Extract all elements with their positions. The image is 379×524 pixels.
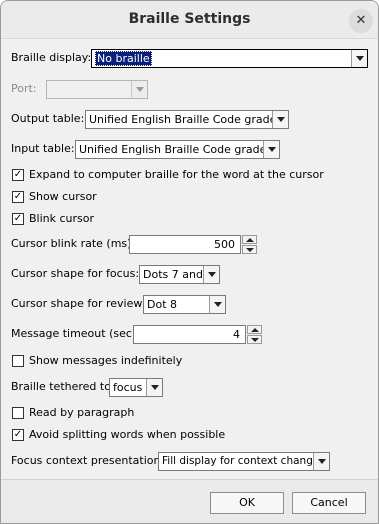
braille-display-value: No braille <box>95 51 152 66</box>
cursor-shape-review-label: Cursor shape for review: <box>11 297 146 310</box>
ok-button[interactable]: OK <box>210 492 284 514</box>
blink-cursor-label: Blink cursor <box>29 212 95 225</box>
port-select[interactable] <box>46 80 148 99</box>
cursor-shape-focus-select[interactable]: Dots 7 and 8 <box>139 265 220 284</box>
cursor-blink-rate-input[interactable]: 500 <box>129 235 241 254</box>
message-timeout-label: Message timeout (sec) <box>11 327 137 340</box>
close-icon: ✕ <box>355 13 367 28</box>
close-button[interactable]: ✕ <box>349 9 373 33</box>
focus-context-value: Fill display for context changes <box>162 455 325 467</box>
chevron-down-icon <box>203 266 219 283</box>
cancel-button[interactable]: Cancel <box>292 492 366 514</box>
output-table-label: Output table: <box>11 112 85 125</box>
chevron-down-icon <box>351 50 367 67</box>
input-table-label: Input table: <box>11 142 75 155</box>
focus-context-select[interactable]: Fill display for context changes <box>158 452 330 471</box>
show-messages-label: Show messages indefinitely <box>29 354 183 367</box>
show-cursor-label: Show cursor <box>29 190 97 203</box>
chevron-down-icon <box>146 379 162 396</box>
chevron-down-icon <box>131 81 147 98</box>
expand-word-label: Expand to computer braille for the word … <box>29 168 324 181</box>
cursor-blink-rate-label: Cursor blink rate (ms) <box>11 237 132 250</box>
show-cursor-checkbox[interactable]: ✓ <box>12 191 24 203</box>
show-messages-checkbox[interactable] <box>12 355 24 367</box>
braille-tethered-label: Braille tethered to: <box>11 380 115 393</box>
read-paragraph-label: Read by paragraph <box>29 406 135 419</box>
focus-context-label: Focus context presentation: <box>11 454 165 467</box>
expand-word-checkbox[interactable]: ✓ <box>12 169 24 181</box>
output-table-select[interactable]: Unified English Braille Code grade 1 <box>85 110 289 129</box>
cursor-shape-review-select[interactable]: Dot 8 <box>143 295 226 314</box>
blink-rate-increment-button[interactable] <box>242 235 257 244</box>
chevron-down-icon <box>209 296 225 313</box>
braille-display-select[interactable]: No braille <box>91 49 368 68</box>
chevron-down-icon <box>313 453 329 470</box>
input-table-select[interactable]: Unified English Braille Code grade 1 <box>75 140 280 159</box>
output-table-value: Unified English Braille Code grade 1 <box>89 113 287 126</box>
blink-cursor-checkbox[interactable]: ✓ <box>12 213 24 225</box>
message-timeout-input[interactable]: 4 <box>133 325 246 344</box>
avoid-splitting-checkbox[interactable]: ✓ <box>12 429 24 441</box>
title-bar: Braille Settings ✕ <box>1 1 378 39</box>
input-table-value: Unified English Braille Code grade 1 <box>79 143 277 156</box>
dialog-footer: OK Cancel <box>1 480 378 523</box>
timeout-decrement-button[interactable] <box>247 335 262 344</box>
chevron-down-icon <box>263 141 279 158</box>
avoid-splitting-label: Avoid splitting words when possible <box>29 428 226 441</box>
braille-tethered-select[interactable]: focus <box>109 378 163 397</box>
dialog-title: Braille Settings <box>128 11 251 27</box>
braille-display-label: Braille display: <box>11 51 92 64</box>
port-label: Port: <box>11 82 37 95</box>
timeout-increment-button[interactable] <box>247 325 262 334</box>
braille-settings-dialog: Braille Settings ✕ Braille display: No b… <box>0 0 379 524</box>
cursor-shape-focus-label: Cursor shape for focus: <box>11 267 140 280</box>
read-paragraph-checkbox[interactable] <box>12 407 24 419</box>
chevron-down-icon <box>272 111 288 128</box>
blink-rate-decrement-button[interactable] <box>242 245 257 254</box>
